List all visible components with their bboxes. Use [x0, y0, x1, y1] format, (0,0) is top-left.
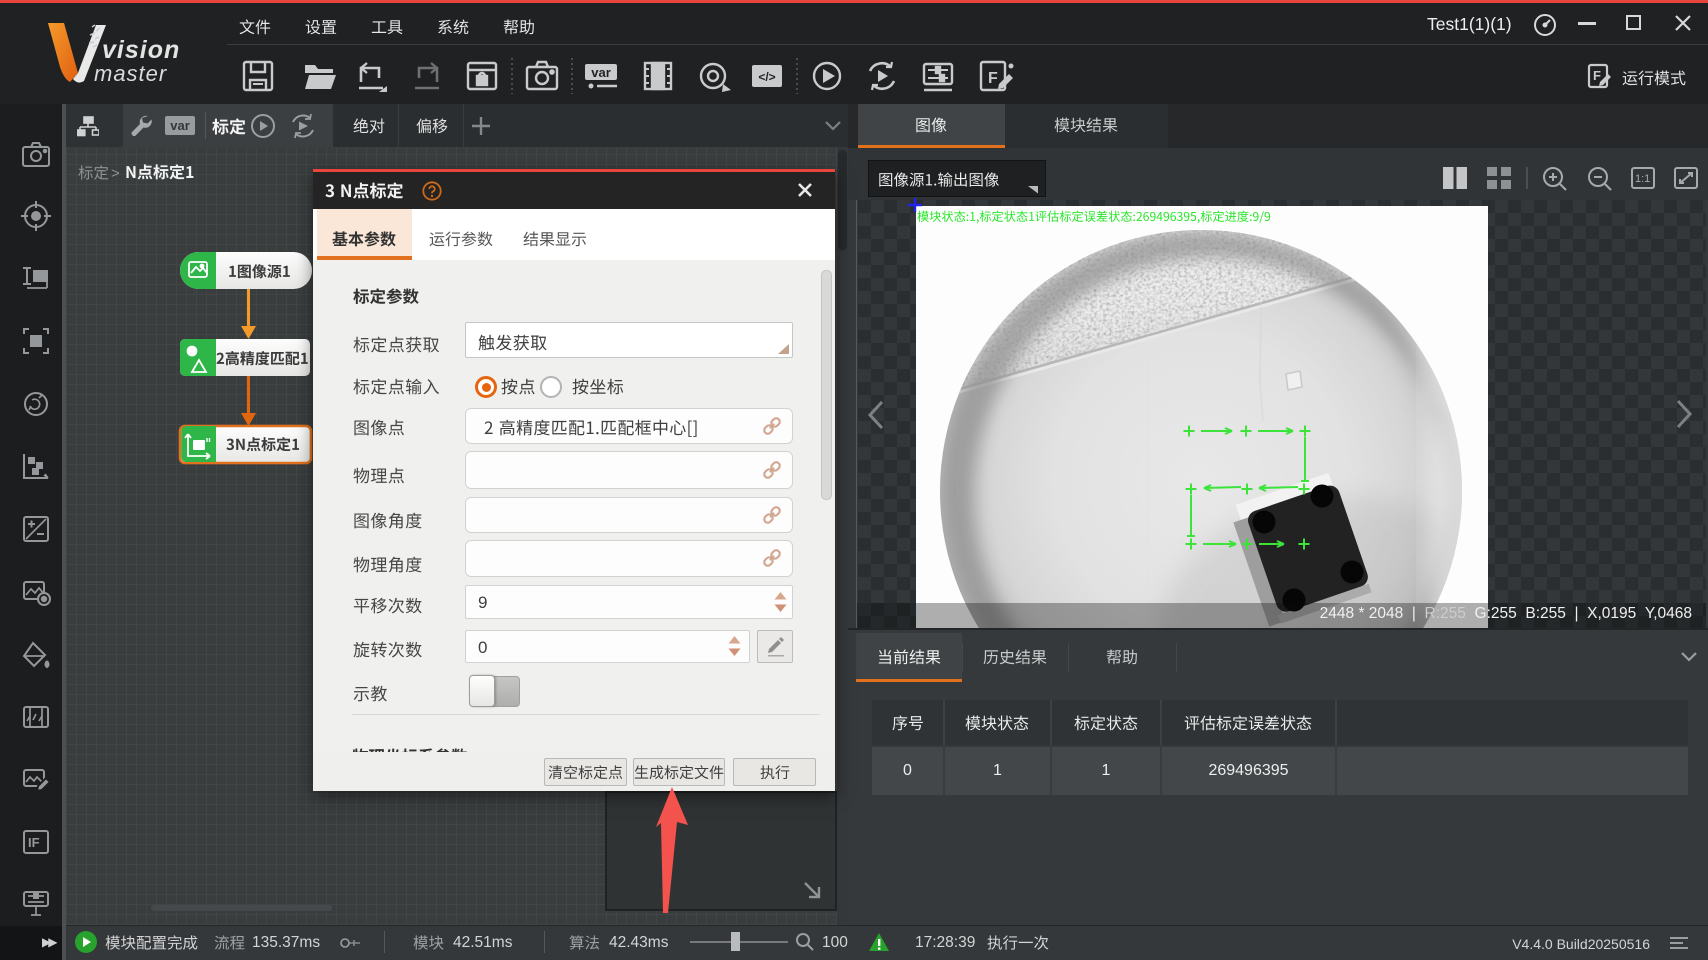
- svg-text:var: var: [591, 65, 611, 80]
- svg-text:F: F: [1593, 68, 1601, 83]
- svg-text:F: F: [988, 70, 998, 87]
- svg-text:IF: IF: [28, 835, 40, 850]
- svg-text:1:1: 1:1: [1635, 173, 1650, 185]
- svg-text:</>: </>: [758, 70, 775, 84]
